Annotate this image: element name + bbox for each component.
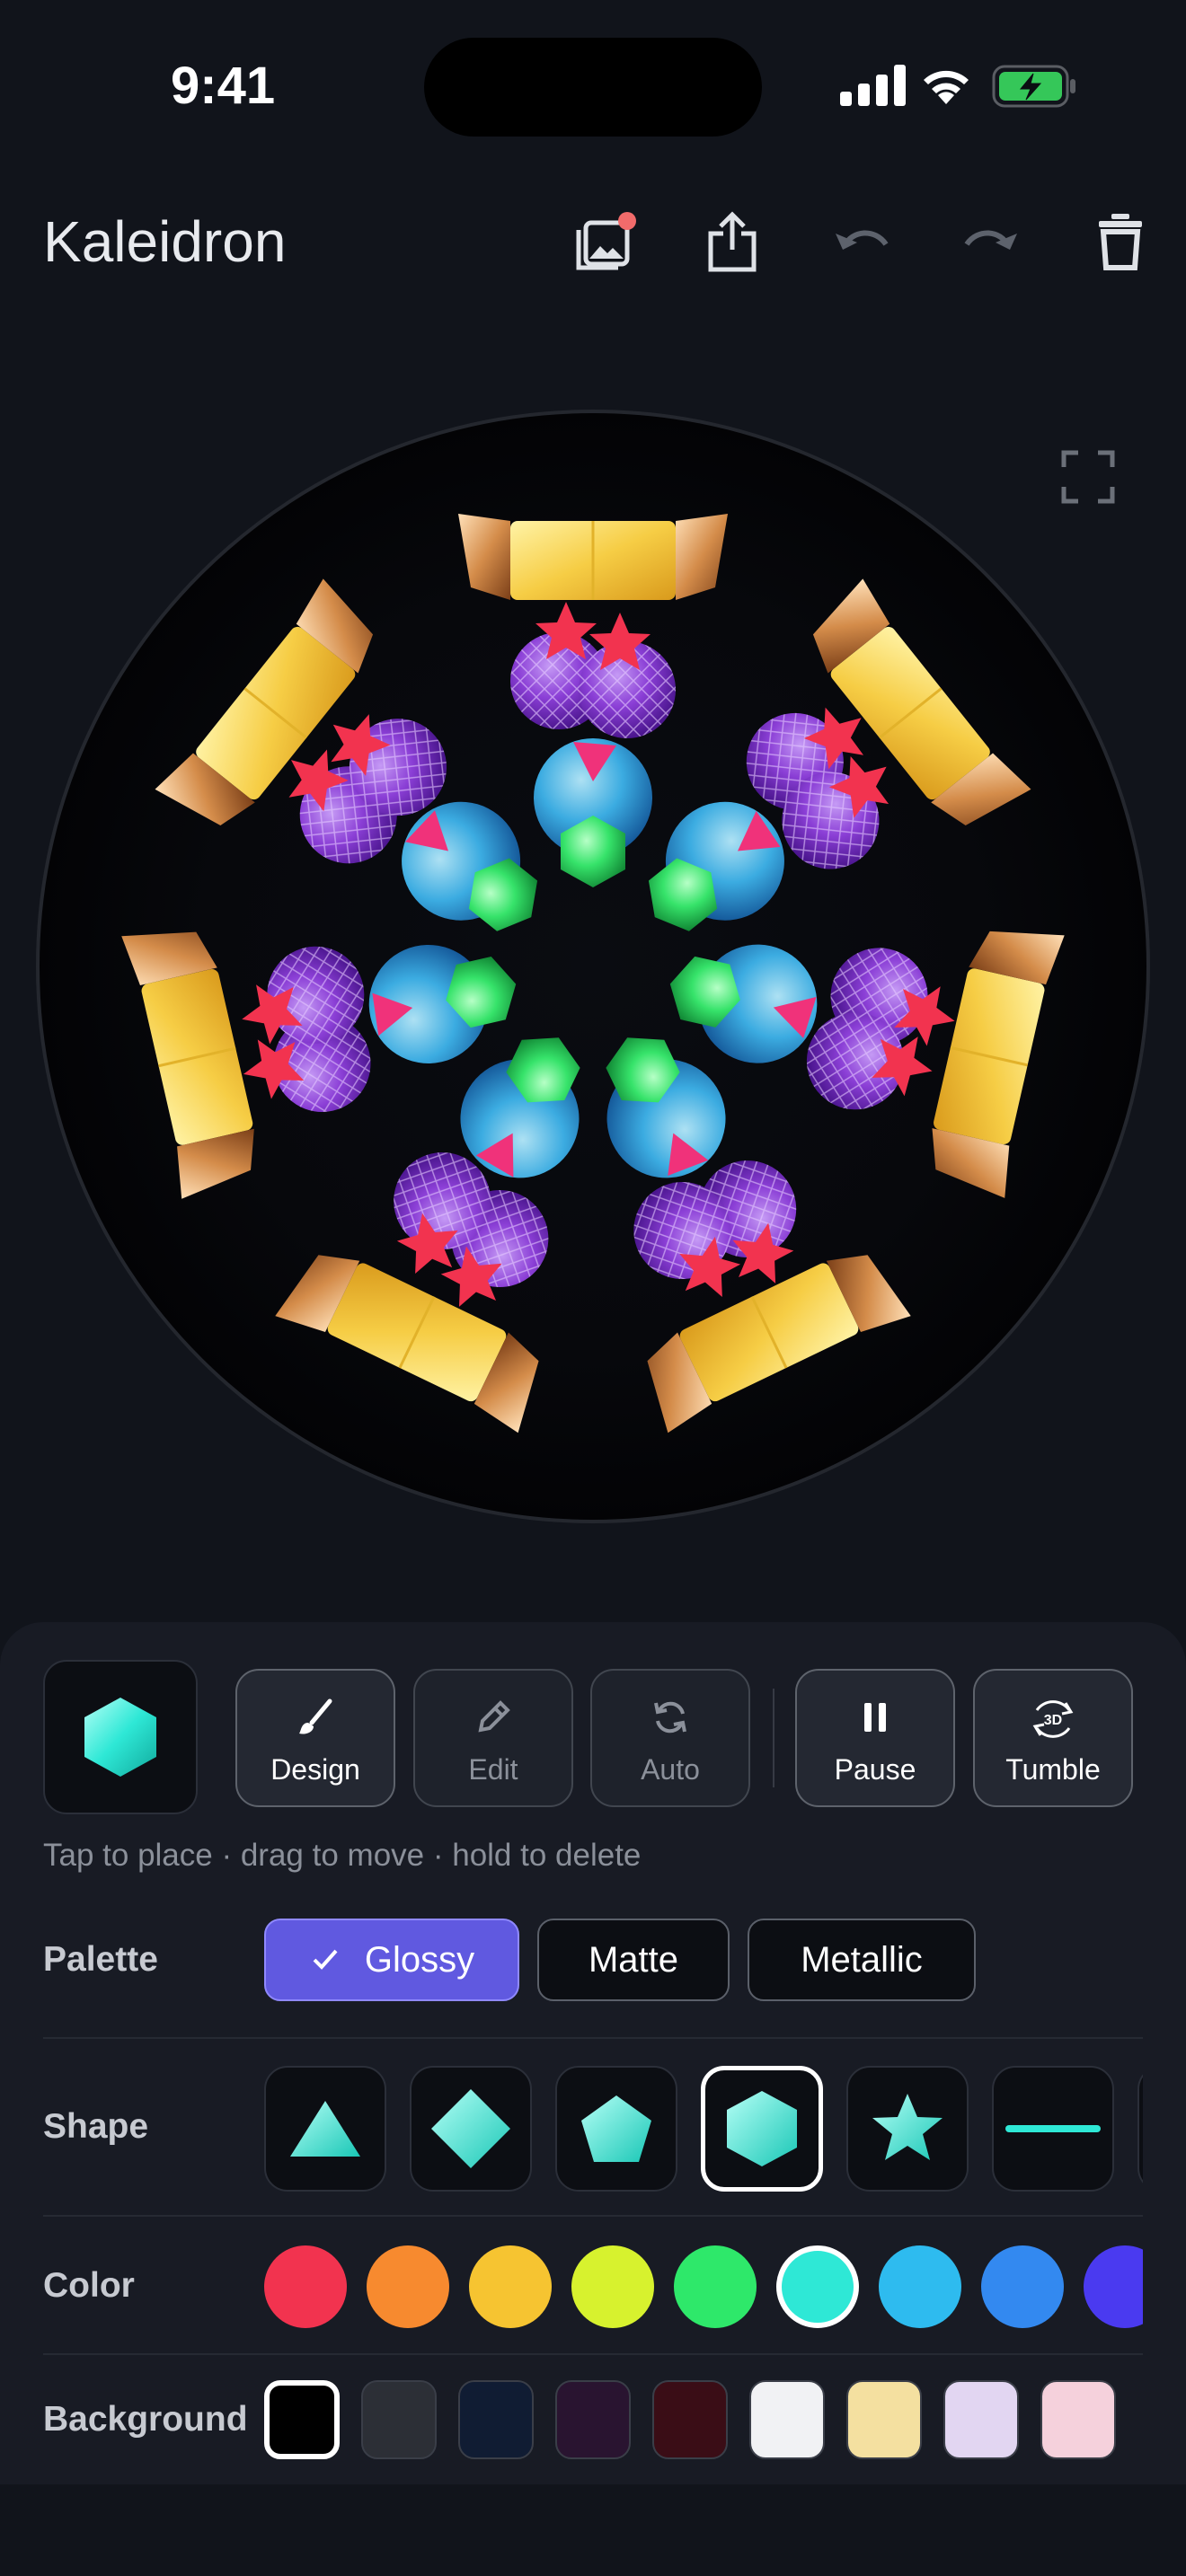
diamond-icon	[431, 2089, 510, 2168]
background-swatch-charcoal[interactable]	[361, 2380, 437, 2459]
shape-option-triangle[interactable]	[264, 2066, 386, 2192]
shape-option-more[interactable]	[1137, 2066, 1143, 2192]
shape-option-star[interactable]	[846, 2066, 969, 2192]
battery-charging-icon	[992, 65, 1075, 108]
color-swatch-yellow[interactable]	[469, 2245, 552, 2328]
background-swatch-black[interactable]	[264, 2380, 340, 2459]
line-icon	[1005, 2125, 1101, 2132]
background-swatch-maroon[interactable]	[652, 2380, 728, 2459]
background-swatch-plum[interactable]	[555, 2380, 631, 2459]
gallery-button[interactable]	[564, 201, 645, 282]
row-separator	[43, 2353, 1143, 2355]
color-swatch-green[interactable]	[674, 2245, 757, 2328]
color-swatch-lime[interactable]	[571, 2245, 654, 2328]
cellular-signal-icon	[840, 65, 906, 106]
palette-option-matte[interactable]: Matte	[537, 1919, 730, 2001]
mode-label: Edit	[468, 1753, 518, 1786]
mode-label: Design	[270, 1753, 360, 1786]
background-swatch-lavender[interactable]	[943, 2380, 1019, 2459]
background-swatch-pink[interactable]	[1040, 2380, 1116, 2459]
mode-design-button[interactable]: Design	[235, 1669, 395, 1807]
color-swatch-red[interactable]	[264, 2245, 347, 2328]
svg-text:3D: 3D	[1044, 1713, 1062, 1728]
color-label: Color	[43, 2266, 135, 2305]
share-button[interactable]	[692, 201, 773, 282]
shape-option-line[interactable]	[992, 2066, 1114, 2192]
shape-label: Shape	[43, 2107, 149, 2146]
gesture-hint: Tap to place · drag to move · hold to de…	[43, 1838, 642, 1873]
pause-icon	[864, 1703, 886, 1732]
wifi-icon	[924, 70, 969, 104]
tumble-button[interactable]: 3D Tumble	[973, 1669, 1133, 1807]
pentagon-icon	[581, 2095, 651, 2162]
triangle-icon	[290, 2101, 360, 2157]
palette-label: Palette	[43, 1940, 158, 1979]
shape-options-scroller[interactable]	[261, 2057, 1143, 2201]
row-separator	[43, 2215, 1143, 2217]
color-swatch-blue[interactable]	[981, 2245, 1064, 2328]
color-swatch-orange[interactable]	[367, 2245, 449, 2328]
background-swatch-cream[interactable]	[846, 2380, 922, 2459]
bottom-safe-area	[0, 2484, 1186, 2576]
kaleidoscope-canvas[interactable]	[36, 410, 1150, 1523]
share-icon	[708, 211, 757, 272]
background-swatch-white[interactable]	[749, 2380, 825, 2459]
redo-icon	[964, 230, 1017, 250]
undo-icon	[836, 230, 889, 250]
checkmark-icon	[313, 1949, 338, 1970]
brush-icon	[299, 1698, 332, 1734]
mode-label: Pause	[834, 1753, 916, 1786]
refresh-icon	[654, 1701, 686, 1734]
background-label: Background	[43, 2400, 248, 2439]
shape-option-pentagon[interactable]	[555, 2066, 677, 2192]
shape-option-diamond[interactable]	[410, 2066, 532, 2192]
toolbar-divider	[773, 1689, 774, 1787]
color-swatch-sky[interactable]	[879, 2245, 961, 2328]
status-bar: 9:41	[0, 0, 1186, 180]
gallery-icon	[576, 212, 636, 270]
row-separator	[43, 2037, 1143, 2039]
hexagon-icon	[84, 1698, 156, 1777]
trash-icon	[1099, 214, 1142, 270]
mode-label: Tumble	[1005, 1753, 1101, 1786]
status-time: 9:41	[171, 57, 276, 115]
palette-option-label: Metallic	[801, 1939, 923, 1980]
mode-auto-button[interactable]: Auto	[590, 1669, 750, 1807]
shape-option-hexagon[interactable]	[701, 2066, 823, 2192]
current-shape-preview[interactable]	[43, 1660, 198, 1814]
hexagon-icon	[727, 2091, 797, 2166]
fullscreen-icon[interactable]	[1060, 449, 1116, 505]
mode-edit-button[interactable]: Edit	[413, 1669, 573, 1807]
color-swatch-indigo[interactable]	[1084, 2245, 1143, 2328]
palette-option-label: Matte	[588, 1939, 679, 1980]
palette-option-metallic[interactable]: Metallic	[748, 1919, 976, 2001]
undo-button[interactable]	[821, 201, 902, 282]
pencil-icon	[478, 1700, 510, 1733]
background-swatch-navy[interactable]	[458, 2380, 534, 2459]
dynamic-island	[424, 38, 762, 137]
delete-button[interactable]	[1080, 201, 1161, 282]
redo-button[interactable]	[951, 201, 1031, 282]
app-title: Kaleidron	[43, 209, 287, 274]
palette-option-label: Glossy	[364, 1939, 475, 1980]
star-icon	[872, 2094, 943, 2160]
color-options-scroller[interactable]	[261, 2236, 1143, 2337]
pause-button[interactable]: Pause	[795, 1669, 955, 1807]
mode-label: Auto	[641, 1753, 700, 1786]
color-swatch-cyan[interactable]	[776, 2245, 859, 2328]
palette-option-glossy[interactable]: Glossy	[264, 1919, 519, 2001]
rotate-3d-icon: 3D	[1032, 1700, 1074, 1738]
